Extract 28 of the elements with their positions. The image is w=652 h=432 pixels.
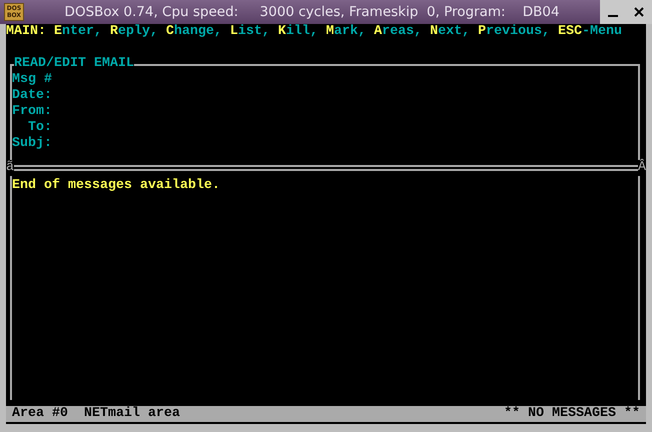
menu-label: MAIN: — [6, 24, 47, 40]
menu-item[interactable]: Kill, — [278, 24, 318, 40]
field-label: From: — [12, 104, 53, 120]
minimize-button[interactable] — [600, 0, 626, 24]
menu-item[interactable]: ESC-Menu — [558, 24, 622, 40]
menu-item[interactable]: Change, — [166, 24, 222, 40]
close-icon — [634, 7, 644, 17]
area-name: NETmail area — [84, 406, 180, 421]
menu-item[interactable]: Areas, — [374, 24, 422, 40]
menu-item[interactable]: List, — [230, 24, 270, 40]
close-button[interactable] — [626, 0, 652, 24]
panel-title: READ/EDIT EMAIL — [14, 56, 134, 72]
menu-item[interactable]: Previous, — [478, 24, 550, 40]
menu-item[interactable]: Next, — [430, 24, 470, 40]
menu-item[interactable]: Reply, — [110, 24, 158, 40]
field-label: Subj: — [12, 136, 53, 152]
minimize-icon — [608, 15, 618, 17]
field-label: Date: — [12, 88, 53, 104]
field-label: Msg # — [12, 72, 53, 88]
status-notice: ** NO MESSAGES ** — [504, 406, 640, 422]
divider-end-mark: ã — [6, 160, 14, 176]
menu-item[interactable]: Mark, — [326, 24, 366, 40]
window-title: DOSBox 0.74, Cpu speed: 3000 cycles, Frameskip 0, Program: DB04 — [64, 4, 560, 20]
area-number: Area #0 — [12, 406, 68, 421]
message-text: End of messages available. — [12, 178, 221, 194]
menu-item[interactable]: Enter, — [54, 24, 102, 40]
divider-end-mark: Â — [638, 160, 646, 176]
field-label: To: — [26, 120, 53, 136]
